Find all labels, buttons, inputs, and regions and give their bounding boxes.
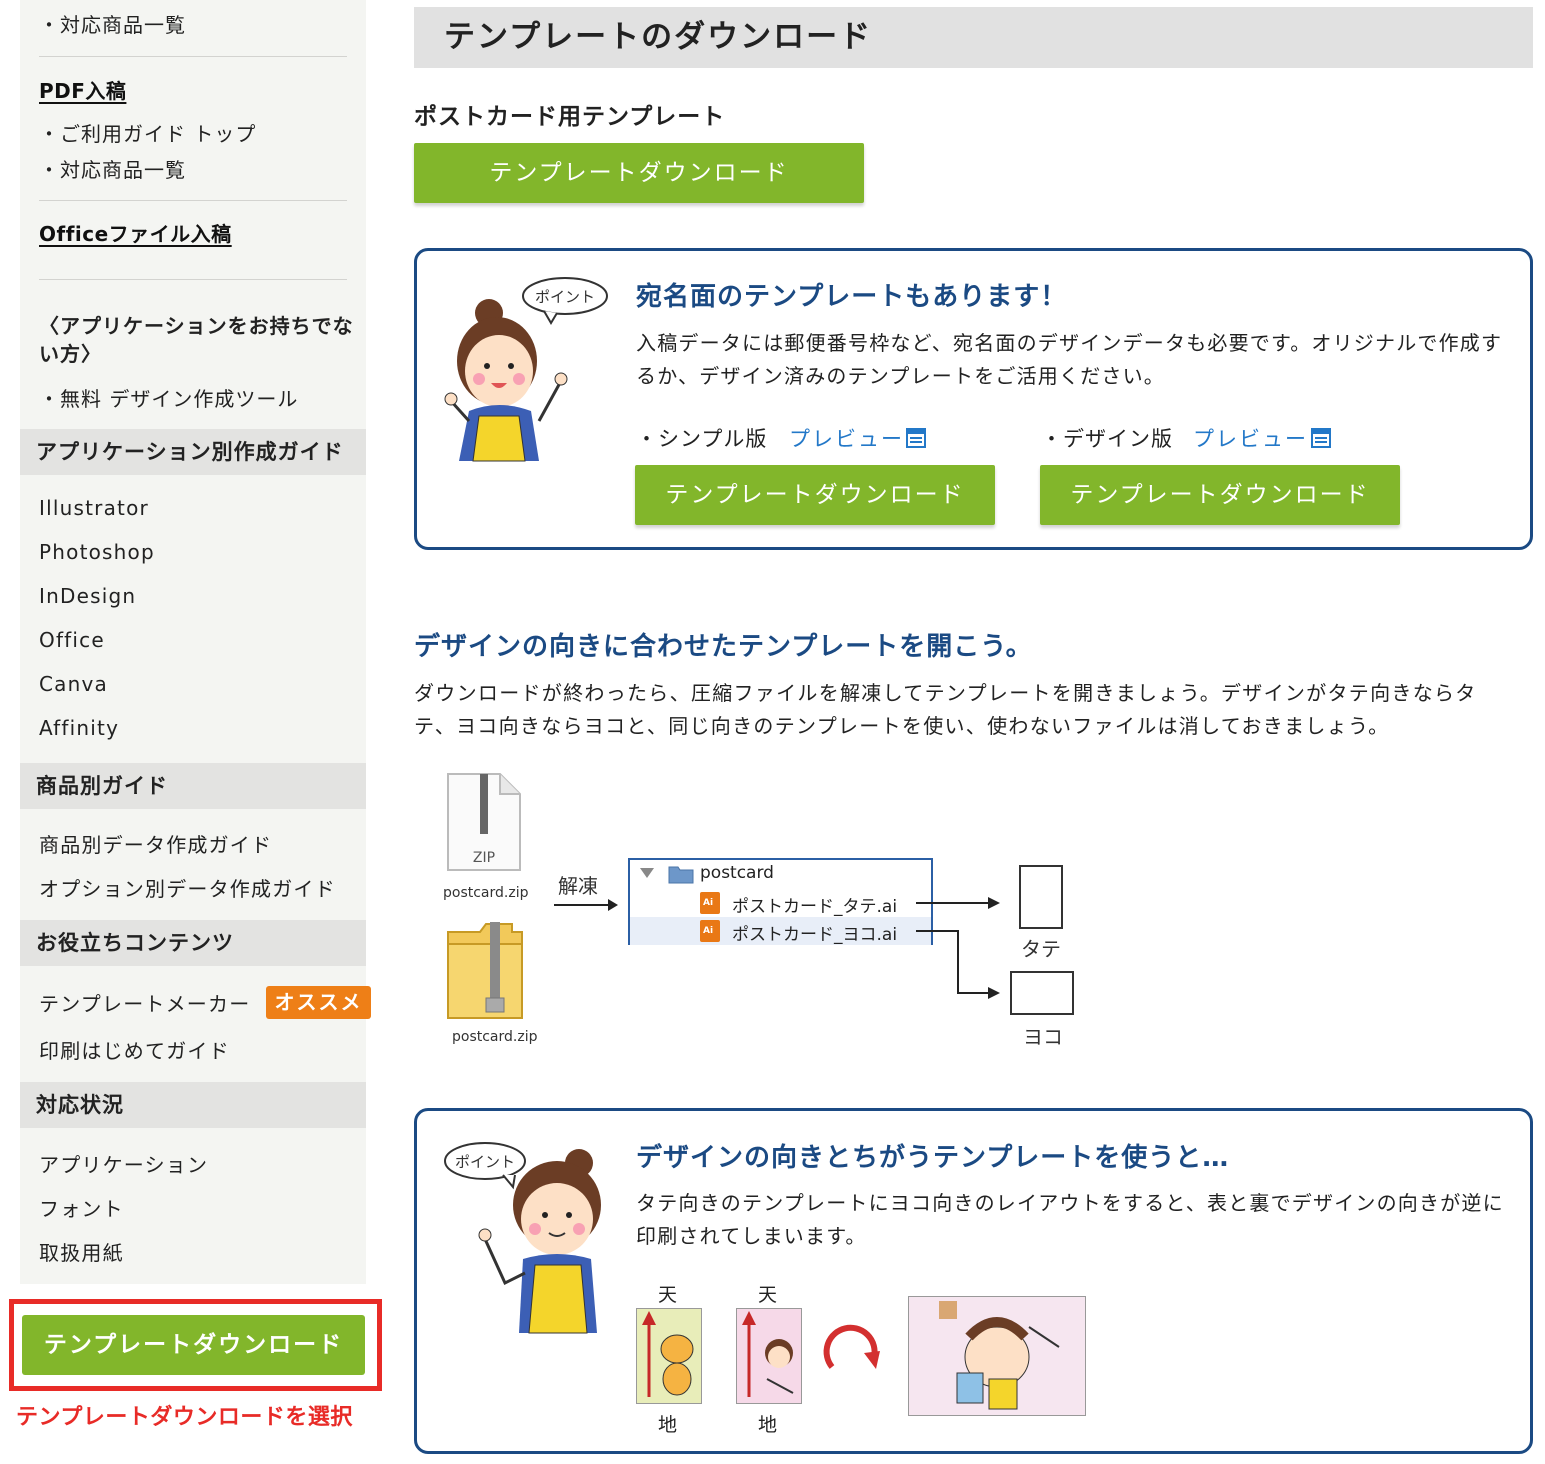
sidebar-item-illustrator[interactable]: Illustrator [39, 496, 149, 520]
unzip-arrow [554, 899, 618, 911]
sidebar-item-template-maker[interactable]: テンプレートメーカー [39, 988, 250, 1017]
sidebar-link-office[interactable]: Officeファイル入稿 [39, 218, 232, 247]
staff-illustration: ポイント [444, 277, 608, 462]
ten-label: 天 [658, 1284, 678, 1306]
folder-icon [668, 866, 694, 884]
divider [39, 200, 347, 201]
design-version-label: ・デザイン版 [1041, 427, 1173, 451]
sidebar-item-office[interactable]: Office [39, 628, 105, 652]
preview-window-icon[interactable] [1311, 428, 1331, 448]
address-box-text: 入稿データには郵便番号枠など、宛名面のデザインデータも必要です。オリジナルで作成… [636, 331, 1503, 388]
file-name-tate: ポストカード_タテ.ai [732, 897, 898, 917]
sidebar-item-affinity[interactable]: Affinity [39, 716, 119, 740]
ai-file-icon: Ai [700, 892, 720, 914]
sidebar-item-option-data-guide[interactable]: オプション別データ作成ガイド [39, 873, 336, 902]
divider [39, 56, 347, 57]
tate-card-back [736, 1308, 802, 1404]
chi-label: 地 [758, 1414, 778, 1436]
yoko-spread-illustration [908, 1296, 1086, 1416]
zip-folder-name: postcard.zip [452, 1029, 538, 1045]
divider [39, 279, 347, 280]
page-title: テンプレートのダウンロード [444, 19, 873, 55]
preview-window-icon[interactable] [906, 428, 926, 448]
sidebar-item-first-print-guide[interactable]: 印刷はじめてガイド [39, 1035, 230, 1064]
sidebar-item-applications[interactable]: アプリケーション [39, 1149, 208, 1178]
zip-file-name: postcard.zip [443, 885, 529, 901]
sidebar-link-pdf[interactable]: PDF入稿 [39, 75, 126, 104]
design-template-download-button[interactable]: テンプレートダウンロード [1040, 465, 1400, 525]
warning-box-text: タテ向きのテンプレートにヨコ向きのレイアウトをすると、表と裏でデザインの向きが逆… [636, 1191, 1504, 1248]
orientation-warning-point-box: ポイント デザインの向きとちがうテンプレートを使うと… タテ向きのテンプレートに… [414, 1108, 1533, 1454]
finder-row-file-tate[interactable]: Ai ポストカード_タテ.ai [630, 889, 931, 917]
sidebar-item-fonts[interactable]: フォント [39, 1193, 124, 1222]
recommend-badge: オススメ [266, 986, 371, 1019]
chi-label: 地 [658, 1414, 678, 1436]
address-template-point-box: ポイント 宛名面のテンプレートもあります！ 入稿データには郵便番号枠など、宛名面… [414, 248, 1533, 550]
sidebar-section-useful-contents: お役立ちコンテンツ [20, 920, 366, 966]
tate-card-front [636, 1308, 702, 1404]
sidebar-item-product-data-guide[interactable]: 商品別データ作成ガイド [39, 829, 272, 858]
staff-illustration: ポイント [444, 1142, 601, 1334]
orientation-text: ダウンロードが終わったら、圧縮ファイルを解凍してテンプレートを開きましょう。デザ… [414, 681, 1477, 738]
address-box-title: 宛名面のテンプレートもあります！ [636, 282, 1068, 312]
sidebar-item-indesign[interactable]: InDesign [39, 584, 136, 608]
finder-window: postcard Ai ポストカード_タテ.ai Ai ポストカード_ヨコ.ai [628, 858, 933, 945]
yoko-label: ヨコ [1023, 1025, 1063, 1049]
design-preview-link[interactable]: プレビュー [1193, 423, 1308, 453]
zip-label: ZIP [473, 850, 495, 866]
point-bubble-text: ポイント [535, 288, 595, 306]
sidebar: ・対応商品一覧 PDF入稿 ・ご利用ガイド トップ ・対応商品一覧 Office… [20, 0, 366, 1284]
sidebar-item-guide-top[interactable]: ・ご利用ガイド トップ [39, 118, 256, 147]
unzip-label: 解凍 [558, 874, 598, 898]
warning-box-title: デザインの向きとちがうテンプレートを使うと… [636, 1143, 1230, 1173]
postcard-template-heading: ポストカード用テンプレート [414, 104, 726, 130]
postcard-template-download-button[interactable]: テンプレートダウンロード [414, 143, 864, 203]
zip-folder-icon [447, 922, 523, 1019]
tate-label: タテ [1021, 937, 1061, 961]
sidebar-item-supported-products[interactable]: ・対応商品一覧 [39, 9, 186, 38]
page-title-bar: テンプレートのダウンロード [414, 7, 1533, 68]
sidebar-item-canva[interactable]: Canva [39, 672, 108, 696]
ai-file-icon: Ai [700, 920, 720, 942]
folder-name: postcard [700, 863, 774, 883]
sidebar-item-supported-products-pdf[interactable]: ・対応商品一覧 [39, 154, 186, 183]
finder-row-folder[interactable]: postcard [630, 860, 931, 888]
yoko-frame [1010, 971, 1074, 1015]
sidebar-item-papers[interactable]: 取扱用紙 [39, 1237, 124, 1266]
ten-label: 天 [758, 1284, 778, 1306]
orientation-heading: デザインの向きに合わせたテンプレートを開こう。 [414, 632, 1033, 662]
sidebar-item-free-tool[interactable]: ・無料 デザイン作成ツール [39, 383, 298, 412]
sidebar-section-product-guide: 商品別ガイド [20, 763, 366, 809]
zip-file-icon: ZIP [447, 773, 521, 871]
finder-row-file-yoko[interactable]: Ai ポストカード_ヨコ.ai [630, 917, 931, 945]
rotate-arrow-icon [823, 1324, 880, 1369]
disclosure-triangle-icon[interactable] [640, 868, 654, 880]
tate-frame [1019, 865, 1063, 929]
download-instruction-caption: テンプレートダウンロードを選択 [16, 1405, 353, 1430]
upward-arrow-icon [642, 1311, 694, 1397]
point-bubble-text: ポイント [455, 1153, 515, 1171]
upward-arrow-icon [742, 1311, 794, 1397]
sidebar-section-support-status: 対応状況 [20, 1082, 366, 1128]
sidebar-template-download-button[interactable]: テンプレートダウンロード [22, 1315, 365, 1375]
simple-preview-link[interactable]: プレビュー [789, 423, 904, 453]
sidebar-item-photoshop[interactable]: Photoshop [39, 540, 155, 564]
sidebar-section-app-guide: アプリケーション別作成ガイド [20, 429, 366, 475]
simple-version-label: ・シンプル版 [636, 427, 768, 451]
sidebar-note-no-app: 〈アプリケーションをお持ちでない方〉 [39, 314, 354, 366]
file-name-yoko: ポストカード_ヨコ.ai [732, 925, 898, 945]
file-to-orientation-arrows [916, 897, 1000, 999]
simple-template-download-button[interactable]: テンプレートダウンロード [635, 465, 995, 525]
